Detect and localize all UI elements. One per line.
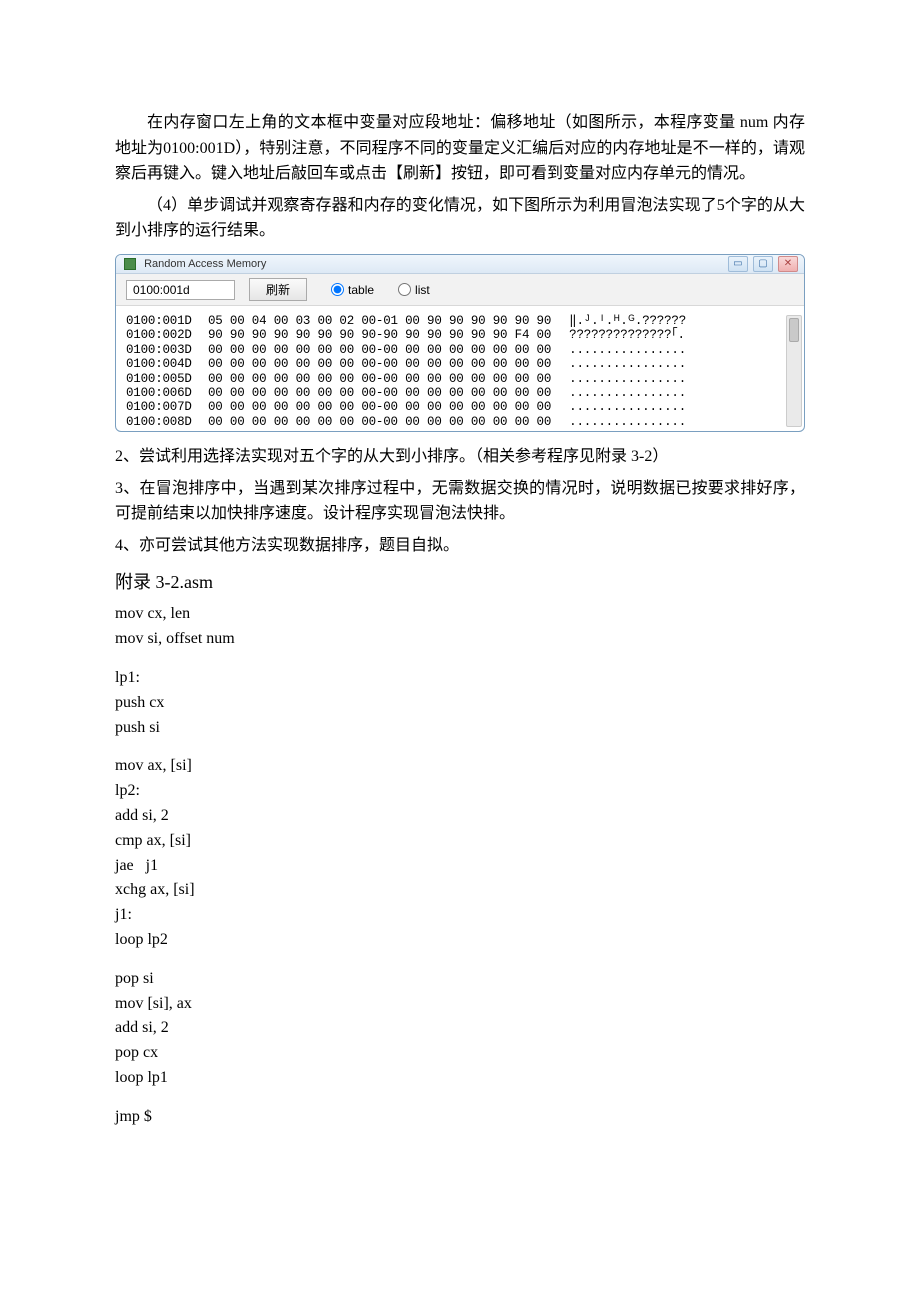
- memory-scrollbar[interactable]: [786, 315, 802, 427]
- memory-icon: [124, 258, 136, 270]
- paragraph-q4: 4、亦可尝试其他方法实现数据排序，题目自拟。: [115, 533, 805, 559]
- code-block-1: mov cx, len mov si, offset num: [115, 602, 805, 652]
- address-input[interactable]: [126, 280, 235, 300]
- radio-list-input[interactable]: [398, 283, 411, 296]
- radio-table[interactable]: table: [331, 283, 374, 297]
- radio-table-input[interactable]: [331, 283, 344, 296]
- memory-toolbar: 刷新 table list: [116, 274, 804, 306]
- code-block-3: mov ax, [si] lp2: add si, 2 cmp ax, [si]…: [115, 754, 805, 952]
- radio-list[interactable]: list: [398, 283, 430, 297]
- maximize-icon[interactable]: ▢: [753, 256, 773, 272]
- memory-title-text: Random Access Memory: [144, 258, 266, 270]
- memory-ascii: ‖.ᴶ.ᴵ.ᴴ.ᴳ.?????? ??????????????｢. ......…: [569, 314, 686, 429]
- paragraph-intro: 在内存窗口左上角的文本框中变量对应段地址：偏移地址（如图所示，本程序变量 num…: [115, 110, 805, 187]
- window-controls: ▭ ▢ ✕: [726, 256, 798, 272]
- close-icon[interactable]: ✕: [778, 256, 798, 272]
- code-block-2: lp1: push cx push si: [115, 666, 805, 740]
- memory-titlebar: Random Access Memory ▭ ▢ ✕: [116, 255, 804, 274]
- memory-bytes: 05 00 04 00 03 00 02 00-01 00 90 90 90 9…: [208, 314, 551, 429]
- refresh-button[interactable]: 刷新: [249, 278, 307, 301]
- minimize-icon[interactable]: ▭: [728, 256, 748, 272]
- memory-addresses: 0100:001D 0100:002D 0100:003D 0100:004D …: [126, 314, 208, 429]
- scrollbar-thumb[interactable]: [789, 318, 799, 342]
- paragraph-q3: 3、在冒泡排序中，当遇到某次排序过程中，无需数据交换的情况时，说明数据已按要求排…: [115, 476, 805, 527]
- memory-dump: 0100:001D 0100:002D 0100:003D 0100:004D …: [116, 306, 804, 431]
- paragraph-q2: 2、尝试利用选择法实现对五个字的从大到小排序。（相关参考程序见附录 3-2）: [115, 444, 805, 470]
- radio-table-label: table: [348, 283, 374, 297]
- code-block-5: jmp $: [115, 1105, 805, 1130]
- code-block-4: pop si mov [si], ax add si, 2 pop cx loo…: [115, 967, 805, 1091]
- radio-list-label: list: [415, 283, 430, 297]
- paragraph-step4: （4）单步调试并观察寄存器和内存的变化情况，如下图所示为利用冒泡法实现了5个字的…: [115, 193, 805, 244]
- memory-window: Random Access Memory ▭ ▢ ✕ 刷新 table list…: [115, 254, 805, 432]
- appendix-title: 附录 3-2.asm: [115, 568, 805, 594]
